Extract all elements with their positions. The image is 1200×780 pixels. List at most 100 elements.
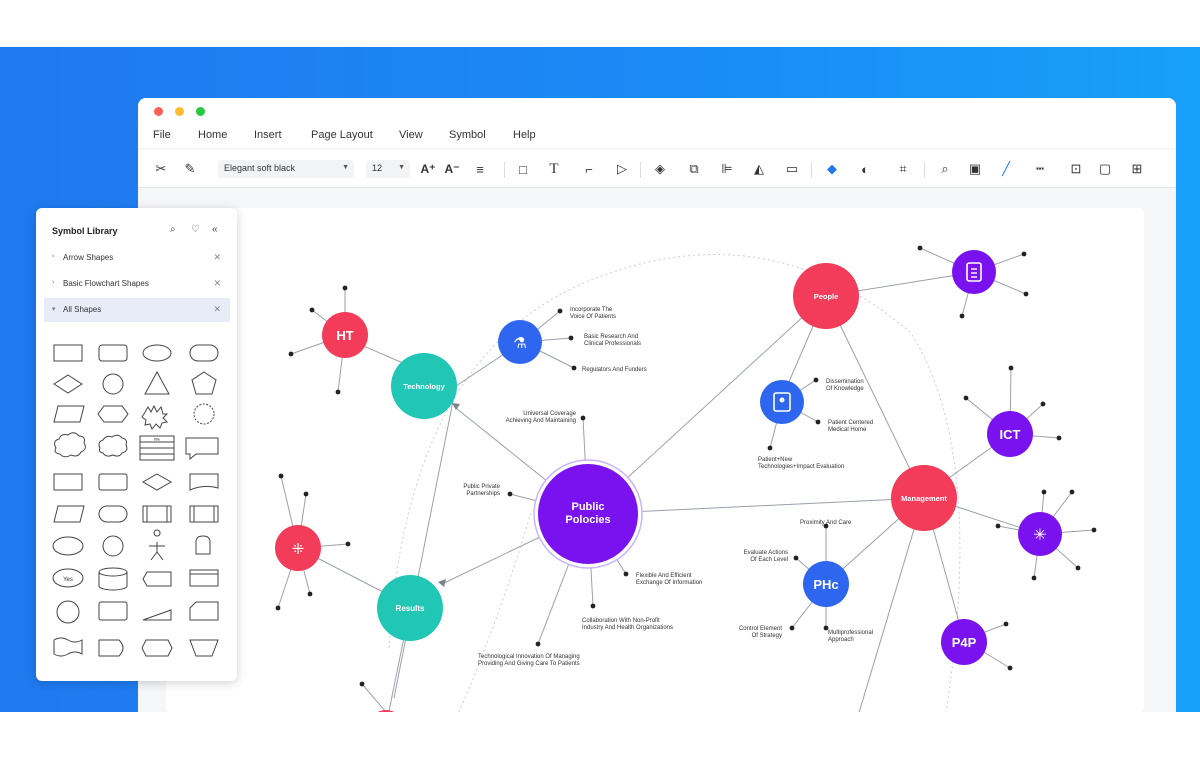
menu-insert[interactable]: Insert bbox=[254, 129, 282, 141]
shape-cloud[interactable] bbox=[54, 432, 86, 458]
shape-actor[interactable] bbox=[149, 529, 165, 561]
menu-symbol[interactable]: Symbol bbox=[449, 129, 486, 141]
label-patient-centered-2: Medical Home bbox=[828, 427, 867, 433]
more-shapes-icon[interactable]: ⊞ bbox=[1127, 159, 1147, 179]
toolbar-divider bbox=[504, 162, 505, 178]
shape-rectangle[interactable] bbox=[53, 344, 83, 362]
rectangle-tool-icon[interactable]: □ bbox=[513, 159, 533, 179]
increase-font-icon[interactable]: A⁺ bbox=[418, 159, 438, 179]
shape-tape[interactable] bbox=[53, 637, 83, 657]
node-phc[interactable]: PHc bbox=[803, 561, 849, 607]
shape-callout[interactable] bbox=[185, 437, 219, 461]
shape-burst[interactable] bbox=[141, 404, 169, 430]
shape-display[interactable] bbox=[142, 571, 172, 587]
align-left-icon[interactable]: ⊫ bbox=[717, 159, 737, 179]
node-public-polocies[interactable]: Public Polocies bbox=[533, 459, 643, 569]
shape-hexagon[interactable] bbox=[97, 405, 129, 423]
shape-process[interactable] bbox=[53, 473, 83, 491]
align-icon[interactable]: ≡ bbox=[470, 159, 490, 179]
node-research-icon[interactable]: ⚗ bbox=[498, 320, 542, 364]
node-people[interactable]: People bbox=[793, 263, 859, 329]
close-window-button[interactable] bbox=[154, 107, 163, 116]
node-document-icon[interactable] bbox=[952, 250, 996, 294]
size-icon[interactable]: ▭ bbox=[782, 159, 802, 179]
node-badge-icon[interactable] bbox=[760, 380, 804, 424]
shape-cloud-alt[interactable] bbox=[98, 434, 128, 457]
menu-help[interactable]: Help bbox=[513, 129, 536, 141]
shape-seal[interactable] bbox=[193, 403, 215, 425]
group-icon[interactable]: ⧉ bbox=[684, 159, 704, 179]
crop-icon[interactable]: ⌗ bbox=[893, 159, 913, 179]
drawing-canvas[interactable]: Public Polocies Technology Results Peopl… bbox=[166, 208, 1144, 712]
shape-window[interactable] bbox=[189, 569, 219, 587]
label-flexible-1: Flexible And Efficient bbox=[636, 573, 692, 579]
shape-punched-card[interactable] bbox=[189, 601, 219, 621]
pen-tool-icon[interactable]: ▷ bbox=[612, 159, 632, 179]
label-dissemination-2: Of Knowledge bbox=[826, 386, 864, 392]
node-ict[interactable]: ICT bbox=[987, 411, 1033, 457]
shape-lock[interactable] bbox=[195, 535, 211, 555]
node-ict-label: ICT bbox=[1000, 427, 1021, 442]
line-style-icon[interactable]: ╱ bbox=[996, 159, 1016, 179]
shape-diamond[interactable] bbox=[53, 374, 83, 394]
fill-color-icon[interactable]: ◆ bbox=[822, 159, 842, 179]
shape-cylinder[interactable] bbox=[98, 567, 128, 591]
shape-manual-operation[interactable] bbox=[189, 639, 219, 657]
menu-file[interactable]: File bbox=[153, 129, 171, 141]
font-family-select[interactable]: Elegant soft black ▼ bbox=[218, 160, 354, 178]
format-painter-icon[interactable]: ✎ bbox=[180, 159, 200, 179]
line-dash-icon[interactable]: ┅ bbox=[1030, 159, 1050, 179]
shape-circle[interactable] bbox=[102, 373, 124, 395]
frame-icon[interactable]: ▢ bbox=[1095, 159, 1115, 179]
bottom-margin bbox=[0, 712, 1200, 780]
shape-prep[interactable] bbox=[141, 639, 173, 657]
shape-triangle[interactable] bbox=[144, 370, 170, 395]
node-phc-label: PHc bbox=[813, 577, 838, 592]
shape-manual-input[interactable] bbox=[142, 609, 172, 621]
menu-home[interactable]: Home bbox=[198, 129, 227, 141]
lock-icon[interactable]: ⊡ bbox=[1066, 159, 1086, 179]
label-dissemination-1: Dissemination bbox=[826, 379, 864, 385]
menu-view[interactable]: View bbox=[399, 129, 423, 141]
connector-tool-icon[interactable]: ⌐ bbox=[579, 159, 599, 179]
shape-circle-2[interactable] bbox=[56, 600, 80, 624]
node-results[interactable]: Results bbox=[377, 575, 443, 641]
maximize-window-button[interactable] bbox=[196, 107, 205, 116]
image-icon[interactable]: ▣ bbox=[965, 159, 985, 179]
toolbar-divider bbox=[811, 162, 812, 178]
menu-page-layout[interactable]: Page Layout bbox=[311, 129, 373, 141]
flip-icon[interactable]: ◭ bbox=[749, 159, 769, 179]
shape-terminator[interactable] bbox=[189, 344, 219, 362]
shape-connector[interactable] bbox=[102, 535, 124, 557]
node-network-purple[interactable]: ✳ bbox=[1018, 512, 1062, 556]
shape-delay[interactable] bbox=[98, 639, 124, 657]
shape-document[interactable] bbox=[189, 473, 219, 491]
label-evaluate-1: Evaluate Actions bbox=[744, 550, 788, 556]
shape-ellipse[interactable] bbox=[142, 344, 172, 362]
node-p4p[interactable]: P4P bbox=[941, 619, 987, 665]
minimize-window-button[interactable] bbox=[175, 107, 184, 116]
shape-oval[interactable] bbox=[52, 536, 84, 556]
shape-rounded-rectangle[interactable] bbox=[98, 344, 128, 362]
label-universal-2: Achieving And Maintaining bbox=[506, 418, 576, 424]
shape-terminator-alt[interactable] bbox=[98, 505, 128, 523]
layers-icon[interactable]: ◈ bbox=[650, 159, 670, 179]
search-icon[interactable]: ⌕ bbox=[935, 159, 955, 179]
shape-parallelogram[interactable] bbox=[53, 405, 85, 423]
font-size-select[interactable]: 12 ▼ bbox=[366, 160, 410, 178]
shape-decision[interactable] bbox=[141, 473, 173, 491]
shape-data[interactable] bbox=[53, 505, 85, 523]
line-color-icon[interactable]: ◐ bbox=[855, 159, 875, 179]
node-technology[interactable]: Technology bbox=[391, 353, 457, 419]
shape-alternate-process[interactable] bbox=[98, 473, 128, 491]
shape-pentagon[interactable] bbox=[191, 371, 217, 395]
label-regulators: Regulators And Funders bbox=[582, 367, 647, 373]
inner-ring-arc bbox=[458, 512, 532, 712]
text-tool-icon[interactable]: T bbox=[544, 159, 564, 179]
shape-card[interactable] bbox=[98, 601, 128, 621]
cut-icon[interactable]: ✂ bbox=[151, 159, 171, 179]
node-management[interactable]: Management bbox=[891, 465, 957, 531]
node-network-red[interactable]: ⁜ bbox=[275, 525, 321, 571]
node-ht[interactable]: HT bbox=[322, 312, 368, 358]
decrease-font-icon[interactable]: A⁻ bbox=[442, 159, 462, 179]
